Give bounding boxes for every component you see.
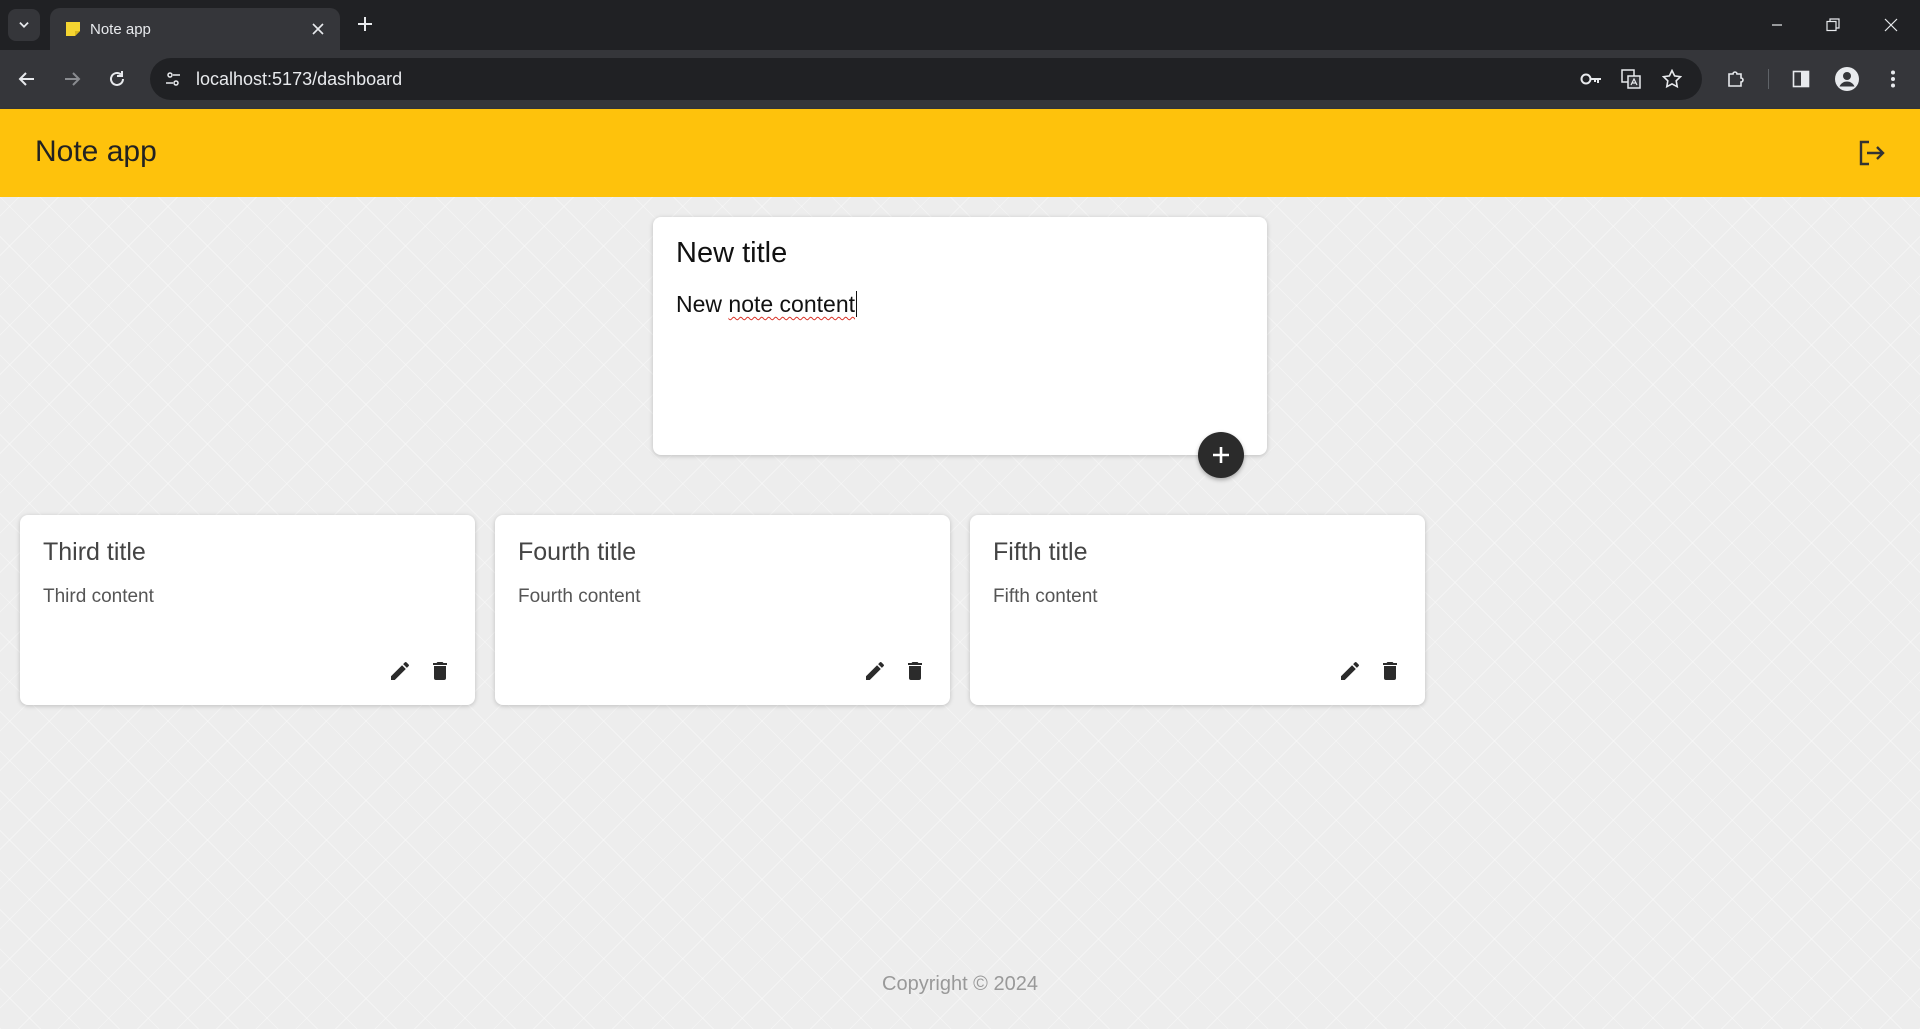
trash-icon bbox=[908, 662, 922, 680]
edit-note-button[interactable] bbox=[386, 657, 414, 685]
browser-menu-button[interactable] bbox=[1877, 63, 1909, 95]
plus-icon bbox=[1213, 447, 1229, 463]
content-misspelled-text: note content bbox=[728, 291, 856, 317]
note-title: Fourth title bbox=[518, 538, 637, 566]
note-card: Fifth title Fifth content bbox=[970, 515, 1425, 705]
address-bar[interactable]: localhost:5173/dashboard bbox=[150, 58, 1702, 100]
edit-note-button[interactable] bbox=[1336, 657, 1364, 685]
note-card: Fourth title Fourth content bbox=[495, 515, 950, 705]
minimize-button[interactable] bbox=[1754, 0, 1800, 50]
note-title: Fifth title bbox=[993, 538, 1088, 566]
edit-note-button[interactable] bbox=[861, 657, 889, 685]
copyright-footer: Copyright © 2024 bbox=[882, 973, 1038, 995]
note-content: Third content bbox=[43, 586, 154, 607]
delete-note-button[interactable] bbox=[901, 657, 929, 685]
forward-button[interactable] bbox=[54, 61, 90, 97]
reload-button[interactable] bbox=[99, 61, 135, 97]
close-icon bbox=[312, 23, 324, 35]
arrow-left-icon bbox=[18, 72, 34, 86]
note-card: Third title Third content bbox=[20, 515, 475, 705]
key-icon bbox=[1580, 73, 1601, 85]
trash-icon bbox=[433, 662, 447, 680]
new-tab-button[interactable] bbox=[351, 10, 379, 38]
chevron-down-icon bbox=[19, 22, 29, 28]
main-content: New note content Third title Third conte… bbox=[0, 197, 1920, 1029]
toolbar-divider bbox=[1768, 69, 1769, 89]
minimize-icon bbox=[1772, 24, 1782, 26]
puzzle-icon bbox=[1728, 71, 1744, 87]
restore-icon bbox=[1826, 18, 1840, 32]
restore-button[interactable] bbox=[1810, 0, 1856, 50]
close-icon bbox=[1884, 18, 1898, 32]
translate-button[interactable] bbox=[1618, 66, 1644, 92]
create-note-form: New note content bbox=[653, 217, 1267, 455]
side-panel-icon bbox=[1792, 70, 1810, 88]
plus-icon bbox=[358, 17, 372, 31]
site-info-button[interactable] bbox=[158, 64, 188, 94]
browser-toolbar: localhost:5173/dashboard bbox=[0, 50, 1920, 109]
browser-tab[interactable]: Note app bbox=[50, 8, 340, 50]
browser-tab-bar: Note app bbox=[0, 0, 1920, 50]
profile-button[interactable] bbox=[1831, 63, 1863, 95]
url-text[interactable]: localhost:5173/dashboard bbox=[196, 69, 402, 90]
side-panel-button[interactable] bbox=[1785, 63, 1817, 95]
extensions-button[interactable] bbox=[1720, 63, 1752, 95]
delete-note-button[interactable] bbox=[426, 657, 454, 685]
trash-icon bbox=[1383, 662, 1397, 680]
delete-note-button[interactable] bbox=[1376, 657, 1404, 685]
note-favicon-icon bbox=[66, 22, 80, 36]
note-content: Fourth content bbox=[518, 586, 641, 607]
note-content: Fifth content bbox=[993, 586, 1098, 607]
add-note-button[interactable] bbox=[1198, 432, 1244, 478]
pencil-icon bbox=[1341, 661, 1360, 680]
tab-title: Note app bbox=[90, 21, 151, 38]
arrow-right-icon bbox=[65, 72, 81, 86]
reload-icon bbox=[110, 71, 124, 86]
tune-icon bbox=[166, 72, 180, 86]
note-content-textarea[interactable]: New note content bbox=[676, 291, 858, 318]
content-text: New bbox=[676, 291, 729, 317]
more-vert-icon bbox=[1891, 70, 1895, 88]
password-key-button[interactable] bbox=[1578, 66, 1604, 92]
app-header: Note app bbox=[0, 109, 1920, 197]
text-caret bbox=[856, 291, 858, 317]
translate-icon bbox=[1621, 69, 1641, 89]
tab-close-button[interactable] bbox=[308, 19, 328, 39]
note-title-input[interactable] bbox=[676, 237, 1236, 270]
tab-search-button[interactable] bbox=[8, 9, 40, 41]
pencil-icon bbox=[866, 661, 885, 680]
logout-icon bbox=[1859, 140, 1885, 166]
app-title: Note app bbox=[35, 135, 157, 168]
logout-button[interactable] bbox=[1856, 137, 1888, 169]
back-button[interactable] bbox=[9, 61, 45, 97]
bookmark-button[interactable] bbox=[1659, 66, 1685, 92]
star-icon bbox=[1662, 69, 1682, 89]
close-window-button[interactable] bbox=[1868, 0, 1914, 50]
avatar-icon bbox=[1835, 67, 1859, 91]
pencil-icon bbox=[391, 661, 410, 680]
note-title: Third title bbox=[43, 538, 146, 566]
